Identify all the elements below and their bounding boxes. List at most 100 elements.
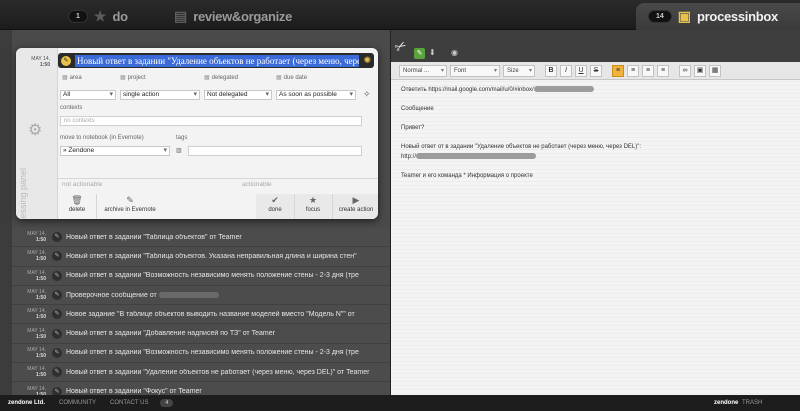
strikethrough-button[interactable]: S — [590, 64, 602, 77]
panel-date: MAY 14, 1:50 — [20, 56, 50, 68]
justify-button[interactable]: ≡ — [657, 64, 669, 77]
evernote-icon: ✎ — [52, 270, 62, 281]
evernote-green-icon[interactable]: ✎ — [414, 48, 425, 59]
create-action-label: create action — [338, 207, 374, 213]
inbox-item-date: MAY 14,1:50 — [12, 289, 52, 301]
trash-icon: 🗑 — [71, 195, 83, 205]
note-line-text: http:// — [401, 154, 417, 160]
action-separator — [96, 194, 97, 219]
tab-process-inbox[interactable]: 14 ▣ processinbox — [636, 3, 800, 30]
table-icon[interactable]: ▦ — [709, 64, 721, 77]
inbox-icon: ▣ — [677, 8, 692, 24]
inbox-item[interactable]: MAY 14, 1:50 ✎ Новый ответ в задании "Возмо… — [12, 266, 390, 286]
top-navigation-bar: 1 ★ do ▤ review&organize 14 ▣ processinb… — [0, 0, 800, 30]
inbox-item-date: MAY 14,1:50 — [12, 308, 52, 320]
archive-button[interactable]: ✎ archive in Evernote — [100, 194, 160, 219]
format-select[interactable]: Normal ... — [399, 64, 447, 77]
tag-icon: ▥ — [176, 148, 182, 154]
processing-panel: MAY 14, 1:50 ⚙ processing panel ✎ Новый … — [16, 48, 378, 219]
tab-review-organize[interactable]: ▤ review&organize — [174, 6, 292, 26]
inbox-item[interactable]: MAY 14, 1:50 ✎ Новый ответ в задании "Возмо… — [12, 343, 390, 364]
loading-spinner-icon: ✺ — [363, 55, 371, 65]
contact-link[interactable]: CONTACT US — [110, 400, 148, 406]
inbox-item[interactable]: MAY 14, 1:50 ✎ Новый ответ в задании "Табли… — [12, 228, 390, 248]
align-center-button[interactable]: ≡ — [627, 64, 639, 77]
magic-wand-icon[interactable]: ✧ — [363, 89, 371, 100]
align-left-button[interactable]: ≡ — [612, 64, 624, 77]
not-actionable-label: not actionable — [62, 181, 103, 188]
inbox-item-subject: Новый ответ в задании "Возможность незав… — [66, 349, 390, 356]
notebook-label: move to notebook (in Evernote) — [60, 135, 144, 141]
inbox-item-text: Новое задание "В таблице объектов выводи… — [66, 310, 355, 318]
underline-button[interactable]: U — [575, 64, 587, 77]
bold-button[interactable]: B — [545, 64, 557, 77]
evernote-icon: ✎ — [52, 367, 62, 378]
do-count-badge: 1 — [68, 9, 88, 23]
community-link[interactable]: COMMUNITY — [59, 400, 96, 406]
panel-divider — [58, 178, 378, 179]
focus-label: focus — [305, 207, 321, 213]
inbox-item-date: MAY 14,1:50 — [12, 328, 52, 340]
inbox-item-date-line2: 1:50 — [35, 333, 46, 340]
tab-do[interactable]: 1 ★ do — [68, 6, 128, 26]
inbox-item-date-line2: 1:50 — [35, 314, 46, 321]
focus-button[interactable]: ★ focus — [296, 194, 330, 219]
link-icon[interactable]: ∞ — [679, 64, 691, 77]
checkmark-icon: ✔ — [271, 195, 279, 205]
inbox-item-date: MAY 14,1:50 — [12, 347, 52, 359]
actionable-label: actionable — [242, 181, 272, 188]
inbox-item-text: Новый ответ в задании "Таблица объектов"… — [66, 233, 242, 241]
delete-label: delete — [68, 207, 86, 213]
inbox-item-text: Новый ответ в задании "Фокус" от Teamer — [66, 388, 202, 396]
notebook-value: Zendone — [68, 147, 95, 154]
subject-bar: ✎ Новый ответ в задании "Удаление объект… — [58, 53, 374, 68]
action-separator — [332, 194, 333, 219]
inbox-count-badge: 14 — [648, 10, 672, 23]
footer: zendone Ltd. COMMUNITY CONTACT US 4 zend… — [0, 395, 800, 411]
inbox-item[interactable]: MAY 14, 1:50 ✎ Новый ответ в задании "Добав… — [12, 324, 390, 344]
blurred-text — [533, 86, 594, 93]
tags-input[interactable] — [188, 146, 362, 156]
align-right-button[interactable]: ≡ — [642, 64, 654, 77]
inbox-item-date-line2: 1:50 — [35, 275, 46, 282]
note-body[interactable]: Ответить https://mail.google.com/mail/u/… — [401, 86, 791, 191]
tags-label: tags — [176, 135, 188, 141]
inbox-item-date: MAY 14,1:50 — [12, 231, 52, 243]
area-select[interactable]: All — [60, 90, 116, 100]
area-icon: ▦ — [62, 75, 68, 81]
italic-button[interactable]: I — [560, 64, 572, 77]
delete-button[interactable]: 🗑 delete — [60, 194, 94, 219]
image-icon[interactable]: ▣ — [694, 64, 706, 77]
archive-icon: ✎ — [126, 195, 134, 205]
inbox-item[interactable]: MAY 14, 1:50 ✎ Новый ответ в задании "Табли… — [12, 247, 390, 267]
subject-field[interactable]: Новый ответ в задании "Удаление объектов… — [75, 54, 360, 67]
note-editor-column: ✂ ✎ ⬇ ◉ Normal ... Font Size B I U S ≡ ≡… — [390, 30, 800, 395]
trash-link[interactable]: TRASH — [742, 400, 762, 406]
action-bar: 🗑 delete ✎ archive in Evernote ✔ done ★ … — [58, 194, 378, 219]
download-icon[interactable]: ⬇ — [429, 48, 436, 57]
globe-icon[interactable]: ◉ — [451, 48, 458, 57]
size-select[interactable]: Size — [503, 64, 535, 77]
inbox-item[interactable]: MAY 14, 1:50 ✎ Новый ответ в задании "Удале… — [12, 363, 390, 383]
project-select[interactable]: single action — [120, 90, 200, 100]
tab-review-label: review&organize — [193, 8, 293, 24]
due-date-label-text: due date — [283, 75, 308, 81]
delegated-select[interactable]: Not delegated — [204, 90, 272, 100]
inbox-item-subject: Проверочное сообщение от — [66, 292, 390, 299]
create-action-button[interactable]: ▶ create action — [334, 194, 378, 219]
done-button[interactable]: ✔ done — [258, 194, 292, 219]
due-date-select[interactable]: As soon as possible — [276, 90, 356, 100]
evernote-icon: ✎ — [52, 309, 62, 320]
project-label-text: project — [127, 75, 146, 81]
notebook-select[interactable]: » Zendone — [60, 146, 170, 156]
inbox-item-date-line2: 1:50 — [35, 295, 46, 302]
inbox-item-text: Новый ответ в задании "Возможность незав… — [66, 349, 359, 357]
inbox-item[interactable]: MAY 14, 1:50 ✎ Новое задание "В таблице объ… — [12, 305, 390, 325]
inbox-item[interactable]: MAY 14, 1:50 ✎ Проверочное сообщение от — [12, 285, 390, 306]
blurred-text — [158, 291, 219, 298]
calendar-icon: ▦ — [276, 75, 282, 81]
note-line: Новый ответ от в задании "Удаление объек… — [401, 143, 791, 151]
footer-count[interactable]: 4 — [160, 399, 174, 407]
font-select[interactable]: Font — [450, 64, 500, 77]
contexts-input[interactable]: no contexts — [60, 116, 362, 126]
